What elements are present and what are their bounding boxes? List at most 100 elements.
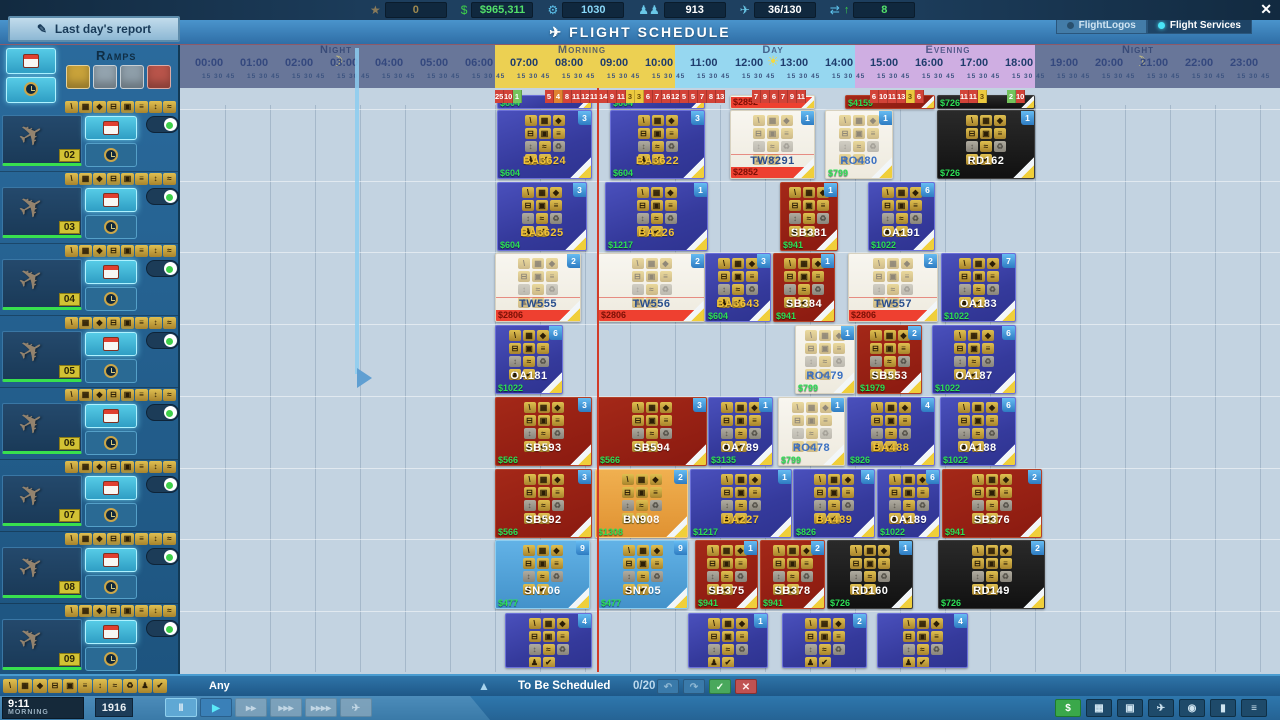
lift-icon[interactable]: ↕	[93, 679, 107, 693]
ramp-hours-button[interactable]	[85, 215, 137, 239]
flight-block-SN705[interactable]: \▦◆⊟▣≡↕≈♻♟✔9SN705$477	[598, 540, 688, 609]
undo-button[interactable]: ↶	[657, 679, 679, 694]
ramp-enabled-toggle[interactable]	[146, 188, 179, 205]
flight-ops-button[interactable]: ✈	[1148, 699, 1174, 717]
redo-button[interactable]: ↷	[683, 679, 705, 694]
bus-icon[interactable]: ⊟	[48, 679, 62, 693]
catering-icon[interactable]: ▣	[63, 679, 77, 693]
flight-block-OA789[interactable]: \▦◆⊟▣≡↕≈♻♟✔1OA789$3135	[708, 397, 773, 466]
stairs-icon[interactable]: ≡	[78, 679, 92, 693]
flight-block-BA489[interactable]: \▦◆⊟▣≡↕≈♻♟✔4BA489$826	[793, 469, 875, 538]
collapse-panel-icon[interactable]: ▲	[478, 679, 490, 693]
ramp-hours-button[interactable]	[85, 647, 137, 671]
ramp-schedule-button[interactable]	[85, 260, 137, 284]
time-scrubber-handle[interactable]	[357, 368, 372, 388]
faster-forward-button[interactable]: ▸▸▸	[270, 698, 302, 717]
flight-block-SB384[interactable]: \▦◆⊟▣≡↕≈♻♟✔1SB384$941	[773, 253, 835, 322]
flight-block-SB378[interactable]: \▦◆⊟▣≡↕≈♻♟✔2SB378$941	[760, 540, 825, 609]
flight-block-TW557[interactable]: \▦◆⊟▣≡↕≈♻♟✔2TW557$2806	[848, 253, 938, 322]
flight-block-OA191[interactable]: \▦◆⊟▣≡↕≈♻♟✔6OA191$1022	[868, 182, 935, 251]
runway-icon[interactable]: \	[3, 679, 17, 693]
flight-block-SB594[interactable]: \▦◆⊟▣≡↕≈♻♟✔3SB594$566	[597, 397, 707, 466]
flight-block-OA181[interactable]: \▦◆⊟▣≡↕≈♻♟✔6OA181$1022	[495, 325, 563, 394]
ramp-stand-thumbnail[interactable]: ✈07	[2, 475, 82, 526]
filter-any-label[interactable]: Any	[209, 680, 230, 692]
utility-button[interactable]: ◉	[1179, 699, 1205, 717]
ramp-schedule-button[interactable]	[85, 404, 137, 428]
ramp-hours-button[interactable]	[85, 287, 137, 311]
ramp-filter-large[interactable]	[147, 65, 171, 89]
flight-block-OA187[interactable]: \▦◆⊟▣≡↕≈♻♟✔6OA187$1022	[932, 325, 1016, 394]
flight-block-SB375[interactable]: \▦◆⊟▣≡↕≈♻♟✔1SB375$941	[695, 540, 758, 609]
ramp-filter-map[interactable]	[120, 65, 144, 89]
ramp-stand-thumbnail[interactable]: ✈05	[2, 331, 82, 382]
build-button[interactable]: ▦	[1086, 699, 1112, 717]
flight-block-BA3625[interactable]: \▦◆⊟▣≡↕≈♻♟✔3BA3625$604	[497, 182, 587, 251]
cancel-button[interactable]: ✕	[735, 679, 757, 694]
ramp-stand-thumbnail[interactable]: ✈02	[2, 115, 82, 166]
flight-block-SB553[interactable]: \▦◆⊟▣≡↕≈♻♟✔2SB553$1979	[857, 325, 922, 394]
confirm-button[interactable]: ✓	[709, 679, 731, 694]
ramp-hours-button[interactable]	[85, 503, 137, 527]
fuel-icon[interactable]: ◆	[33, 679, 47, 693]
flight-block-TW556[interactable]: \▦◆⊟▣≡↕≈♻♟✔2TW556$2806	[598, 253, 705, 322]
ramp-hours-button[interactable]	[85, 143, 137, 167]
ramp-enabled-toggle[interactable]	[146, 548, 179, 565]
ramp-enabled-toggle[interactable]	[146, 332, 179, 349]
ramp-schedule-button[interactable]	[85, 116, 137, 140]
pause-button[interactable]: ‖	[165, 698, 197, 717]
flight-block-RO478[interactable]: \▦◆⊟▣≡↕≈♻♟✔1RO478$799	[778, 397, 845, 466]
flight-block-TW555[interactable]: \▦◆⊟▣≡↕≈♻♟✔2TW555$2806	[495, 253, 581, 322]
ramp-enabled-toggle[interactable]	[146, 404, 179, 421]
flight-block-OA189[interactable]: \▦◆⊟▣≡↕≈♻♟✔6OA189$1022	[877, 469, 940, 538]
flight-block-OA188[interactable]: \▦◆⊟▣≡↕≈♻♟✔6OA188$1022	[940, 397, 1016, 466]
menu-button[interactable]: ≡	[1241, 699, 1267, 717]
ramp-stand-thumbnail[interactable]: ✈06	[2, 403, 82, 454]
stats-button[interactable]: ▮	[1210, 699, 1236, 717]
ramp-stand-thumbnail[interactable]: ✈09	[2, 619, 82, 670]
flight-block-SB592[interactable]: \▦◆⊟▣≡↕≈♻♟✔3SB592$566	[495, 469, 592, 538]
cleaning-icon[interactable]: ♻	[123, 679, 137, 693]
flight-block-SB376[interactable]: \▦◆⊟▣≡↕≈♻♟✔2SB376$941	[942, 469, 1042, 538]
fast-forward-button[interactable]: ▸▸	[235, 698, 267, 717]
ramp-schedule-button[interactable]	[85, 332, 137, 356]
finance-button[interactable]: $	[1055, 699, 1081, 717]
ramp-hours-button[interactable]	[85, 575, 137, 599]
play-button[interactable]: ▶	[200, 698, 232, 717]
ramp-agent-icon[interactable]: ≈	[108, 679, 122, 693]
vehicle-button[interactable]: ▣	[1117, 699, 1143, 717]
time-scrubber-line[interactable]	[355, 48, 359, 374]
last-days-report-button[interactable]: ✎ Last day's report	[8, 16, 180, 42]
close-icon[interactable]: ✕	[1260, 1, 1272, 18]
flight-block-RD160[interactable]: \▦◆⊟▣≡↕≈♻♟✔1RD160$726	[827, 540, 913, 609]
flight-block-SB381[interactable]: \▦◆⊟▣≡↕≈♻♟✔1SB381$941	[780, 182, 838, 251]
flight-block-BN908[interactable]: \▦◆⊟▣≡↕≈♻♟✔2BN908$1308	[595, 469, 688, 538]
ramp-schedule-button[interactable]	[85, 620, 137, 644]
ramp-hours-button[interactable]	[85, 359, 137, 383]
flight-block-cutoff[interactable]: \▦◆⊟▣≡↕≈♻♟✔1	[688, 613, 768, 668]
ramp-schedule-button[interactable]	[85, 548, 137, 572]
flight-block-BA3624[interactable]: \▦◆⊟▣≡↕≈♻♟✔3BA3624$604	[497, 110, 592, 179]
flight-block-SB593[interactable]: \▦◆⊟▣≡↕≈♻♟✔3SB593$566	[495, 397, 592, 466]
flight-block-cutoff[interactable]: \▦◆⊟▣≡↕≈♻♟✔2	[782, 613, 867, 668]
security-icon[interactable]: ✔	[153, 679, 167, 693]
flight-block-TW8291[interactable]: \▦◆⊟▣≡↕≈♻♟✔1TW8291$2852	[730, 110, 815, 179]
ramp-schedule-button[interactable]	[85, 188, 137, 212]
ramp-stand-thumbnail[interactable]: ✈08	[2, 547, 82, 598]
flight-block-RD149[interactable]: \▦◆⊟▣≡↕≈♻♟✔2RD149$726	[938, 540, 1045, 609]
flight-block-cutoff[interactable]: \▦◆⊟▣≡↕≈♻♟✔4	[877, 613, 968, 668]
skip-flight-button[interactable]: ✈	[340, 698, 372, 717]
flight-block-cutoff[interactable]: \▦◆⊟▣≡↕≈♻♟✔4	[505, 613, 592, 668]
flight-block-SN706[interactable]: \▦◆⊟▣≡↕≈♻♟✔9SN706$477	[495, 540, 590, 609]
ramp-enabled-toggle[interactable]	[146, 116, 179, 133]
ramps-calendar-button[interactable]	[6, 48, 56, 74]
ramp-enabled-toggle[interactable]	[146, 260, 179, 277]
flight-block-BA227[interactable]: \▦◆⊟▣≡↕≈♻♟✔1BA227$1217	[690, 469, 792, 538]
ramp-enabled-toggle[interactable]	[146, 476, 179, 493]
fastest-forward-button[interactable]: ▸▸▸▸	[305, 698, 337, 717]
flight-block-RO480[interactable]: \▦◆⊟▣≡↕≈♻♟✔1RO480$799	[825, 110, 893, 179]
ramp-hours-button[interactable]	[85, 431, 137, 455]
flight-block-RD162[interactable]: \▦◆⊟▣≡↕≈♻♟✔1RD162$726	[937, 110, 1035, 179]
baggage-icon[interactable]: ▦	[18, 679, 32, 693]
flight-block-OA183[interactable]: \▦◆⊟▣≡↕≈♻♟✔7OA183$1022	[941, 253, 1016, 322]
